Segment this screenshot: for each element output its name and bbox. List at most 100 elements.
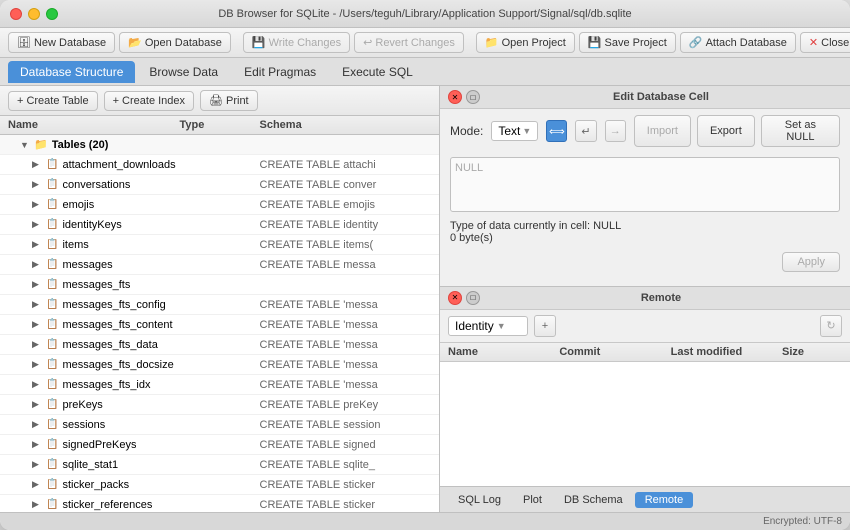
save-project-button[interactable]: 💾 Save Project (579, 32, 676, 53)
tab-edit-pragmas[interactable]: Edit Pragmas (232, 61, 328, 83)
row-chevron-icon[interactable]: ▶ (32, 319, 44, 330)
export-button[interactable]: Export (697, 115, 755, 147)
row-chevron-icon[interactable]: ▶ (32, 339, 44, 350)
set-null-button[interactable]: Set as NULL (761, 115, 840, 147)
remote-close-button[interactable]: ✕ (448, 291, 462, 305)
row-chevron-icon[interactable]: ▶ (32, 219, 44, 230)
table-icon: 📋 (46, 239, 58, 250)
table-row[interactable]: ▶ 📋 sticker_packs CREATE TABLE sticker (0, 475, 439, 495)
table-row[interactable]: ▶ 📋 messages_fts_docsize CREATE TABLE 'm… (0, 355, 439, 375)
table-icon: 📋 (46, 399, 58, 410)
import-button[interactable]: Import (634, 115, 691, 147)
table-icon: 📋 (46, 359, 58, 370)
tab-browse-data[interactable]: Browse Data (137, 61, 230, 83)
revert-changes-icon: ↩ (363, 36, 372, 49)
table-icon: 📋 (46, 259, 58, 270)
tables-section-row[interactable]: ▼ 📁 Tables (20) (0, 135, 439, 155)
remote-panel-title: Remote (480, 292, 842, 304)
row-chevron-icon[interactable]: ▶ (32, 299, 44, 310)
remote-col-size: Size (782, 346, 842, 358)
table-row[interactable]: ▶ 📋 messages CREATE TABLE messa (0, 255, 439, 275)
mode-wrap-button[interactable]: ↵ (575, 120, 596, 142)
bottom-tab-db-schema[interactable]: DB Schema (554, 492, 633, 508)
table-row[interactable]: ▶ 📋 identityKeys CREATE TABLE identity (0, 215, 439, 235)
table-row[interactable]: ▶ 📋 messages_fts_data CREATE TABLE 'mess… (0, 335, 439, 355)
open-project-button[interactable]: 📁 Open Project (476, 32, 575, 53)
close-database-icon: ✕ (809, 36, 818, 49)
tables-chevron-icon[interactable]: ▼ (20, 140, 32, 150)
remote-add-button[interactable]: + (534, 315, 556, 337)
mode-arrow-button[interactable]: → (605, 120, 626, 142)
table-row[interactable]: ▶ 📋 sticker_references CREATE TABLE stic… (0, 495, 439, 512)
tables-folder-icon: 📁 (34, 138, 48, 151)
minimize-window-button[interactable] (28, 8, 40, 20)
col-schema-header: Schema (260, 119, 432, 131)
row-chevron-icon[interactable]: ▶ (32, 239, 44, 250)
row-chevron-icon[interactable]: ▶ (32, 459, 44, 470)
row-chevron-icon[interactable]: ▶ (32, 179, 44, 190)
table-row[interactable]: ▶ 📋 sqlite_stat1 CREATE TABLE sqlite_ (0, 455, 439, 475)
bottom-tab-sql-log[interactable]: SQL Log (448, 492, 511, 508)
mode-rtl-button[interactable]: ⟺ (546, 120, 567, 142)
close-window-button[interactable] (10, 8, 22, 20)
remote-refresh-button[interactable]: ↻ (820, 315, 842, 337)
attach-database-button[interactable]: 🔗 Attach Database (680, 32, 796, 53)
create-index-icon: + (113, 95, 119, 107)
table-row[interactable]: ▶ 📋 messages_fts_content CREATE TABLE 'm… (0, 315, 439, 335)
attach-database-label: Attach Database (706, 37, 787, 49)
new-database-icon: 🗄 (17, 36, 31, 49)
row-chevron-icon[interactable]: ▶ (32, 199, 44, 210)
tab-database-structure[interactable]: Database Structure (8, 61, 135, 83)
apply-button[interactable]: Apply (782, 252, 840, 272)
revert-changes-label: Revert Changes (375, 37, 455, 49)
table-header: Name Type Schema (0, 116, 439, 135)
table-row[interactable]: ▶ 📋 messages_fts_config CREATE TABLE 'me… (0, 295, 439, 315)
row-chevron-icon[interactable]: ▶ (32, 479, 44, 490)
create-table-icon: + (17, 95, 23, 107)
row-chevron-icon[interactable]: ▶ (32, 419, 44, 430)
new-database-label: New Database (34, 37, 106, 49)
mode-select[interactable]: Text ▼ (491, 121, 538, 141)
table-row[interactable]: ▶ 📋 messages_fts (0, 275, 439, 295)
row-chevron-icon[interactable]: ▶ (32, 499, 44, 510)
table-row[interactable]: ▶ 📋 items CREATE TABLE items( (0, 235, 439, 255)
open-database-button[interactable]: 📂 Open Database (119, 32, 231, 53)
edit-cell-expand-button[interactable]: □ (466, 90, 480, 104)
identity-select[interactable]: Identity ▼ (448, 316, 528, 336)
open-database-icon: 📂 (128, 36, 142, 49)
row-chevron-icon[interactable]: ▶ (32, 279, 44, 290)
maximize-window-button[interactable] (46, 8, 58, 20)
edit-cell-titlebar: ✕ □ Edit Database Cell (440, 86, 850, 109)
close-database-button[interactable]: ✕ Close Database (800, 32, 850, 53)
create-table-button[interactable]: + Create Table (8, 91, 98, 111)
table-body[interactable]: ▼ 📁 Tables (20) ▶ 📋 attachment_downloads (0, 135, 439, 512)
bottom-tab-plot[interactable]: Plot (513, 492, 552, 508)
row-chevron-icon[interactable]: ▶ (32, 159, 44, 170)
row-chevron-icon[interactable]: ▶ (32, 359, 44, 370)
remote-panel-controls: ✕ □ (448, 291, 480, 305)
col-name-header: Name (8, 119, 180, 131)
tab-execute-sql[interactable]: Execute SQL (330, 61, 425, 83)
table-row[interactable]: ▶ 📋 signedPreKeys CREATE TABLE signed (0, 435, 439, 455)
main-toolbar: 🗄 New Database 📂 Open Database 💾 Write C… (0, 28, 850, 58)
edit-cell-close-button[interactable]: ✕ (448, 90, 462, 104)
row-chevron-icon[interactable]: ▶ (32, 259, 44, 270)
table-row[interactable]: ▶ 📋 conversations CREATE TABLE conver (0, 175, 439, 195)
cell-text-area[interactable]: NULL (450, 157, 840, 212)
remote-expand-button[interactable]: □ (466, 291, 480, 305)
write-changes-button[interactable]: 💾 Write Changes (243, 32, 350, 53)
bottom-tab-remote[interactable]: Remote (635, 492, 694, 508)
table-row[interactable]: ▶ 📋 preKeys CREATE TABLE preKey (0, 395, 439, 415)
new-database-button[interactable]: 🗄 New Database (8, 32, 115, 53)
row-chevron-icon[interactable]: ▶ (32, 379, 44, 390)
print-button[interactable]: 🖨 Print (200, 90, 258, 111)
row-chevron-icon[interactable]: ▶ (32, 399, 44, 410)
revert-changes-button[interactable]: ↩ Revert Changes (354, 32, 464, 53)
create-index-button[interactable]: + Create Index (104, 91, 194, 111)
table-row[interactable]: ▶ 📋 messages_fts_idx CREATE TABLE 'messa (0, 375, 439, 395)
panel-controls: ✕ □ (448, 90, 480, 104)
table-row[interactable]: ▶ 📋 emojis CREATE TABLE emojis (0, 195, 439, 215)
table-row[interactable]: ▶ 📋 sessions CREATE TABLE session (0, 415, 439, 435)
row-chevron-icon[interactable]: ▶ (32, 439, 44, 450)
table-row[interactable]: ▶ 📋 attachment_downloads CREATE TABLE at… (0, 155, 439, 175)
